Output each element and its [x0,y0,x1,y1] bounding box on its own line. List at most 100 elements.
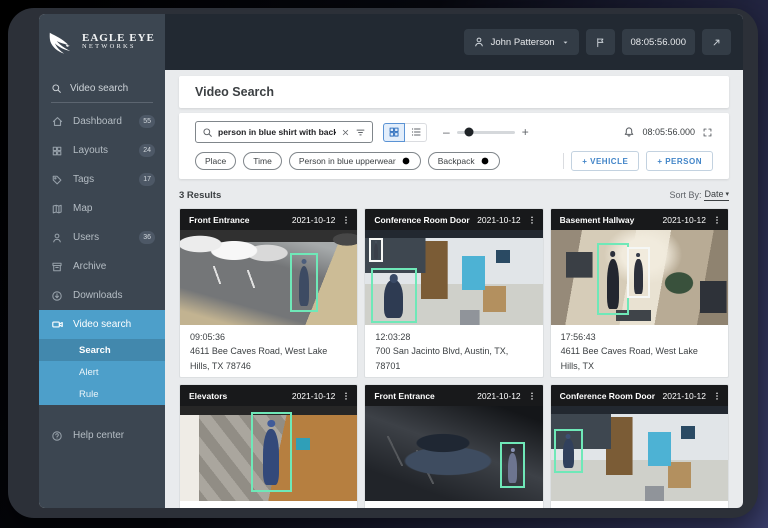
kebab-menu-icon[interactable] [709,214,725,226]
result-card[interactable]: Front Entrance 2021-10-12 09:05:36 4611 Bee… [179,208,359,379]
search-input[interactable]: person in blue shirt with backpack [195,121,373,143]
sidebar-item-tags[interactable]: Tags 17 [39,165,165,194]
result-card[interactable]: Conference Room Door 2021-10-12 11:48:3270… [549,384,729,508]
recording-date: 2021-10-12 [662,390,706,401]
filter-chip-label: Place [205,156,227,166]
detection-box [596,243,629,316]
remove-chip-icon[interactable] [401,156,411,166]
video-thumbnail[interactable] [550,406,728,502]
sidebar-divider [51,102,153,103]
count-badge: 36 [139,231,155,244]
clock-value: 08:05:56.000 [630,36,686,48]
detection-box [368,237,384,263]
result-card[interactable]: Basement Hallway 2021-10-12 17:56:43 4611 B… [549,208,729,379]
result-card-footer: 12:03:28 700 San Jacinto Blvd, Austin, TX… [365,325,542,377]
kebab-menu-icon[interactable] [524,214,540,226]
filter-chip-label: Time [253,156,272,166]
brand-wordmark: EAGLE EYE NETWORKS [82,32,155,51]
zoom-slider-handle[interactable] [464,127,474,137]
video-thumbnail[interactable] [180,406,358,502]
zoom-slider-track[interactable] [456,127,515,137]
filter-chip[interactable]: Place [195,152,237,170]
kebab-menu-icon[interactable] [338,390,354,402]
sort-control[interactable]: Sort By: Date ▾ [669,189,729,201]
map-icon [51,203,64,215]
tag-icon [51,174,64,186]
sidebar-item-help-center[interactable]: Help center [39,421,165,450]
sidebar-item-archive[interactable]: Archive [39,252,165,281]
clear-search-icon[interactable] [341,128,350,137]
sidebar-subitem-search[interactable]: Search [39,339,165,361]
camera-address: 4611 Bee Caves Road, West Lake Hills, TX [560,346,698,371]
sidebar-item-label: Map [73,203,93,214]
event-time: 11:48:32 [561,506,718,508]
result-card-footer: 11:48:32700 San Jacinto Blvd, Austin, TX… [551,501,728,508]
top-bar: EAGLE EYE NETWORKS John Patterson 08:05:… [39,14,743,70]
expand-button[interactable] [702,29,731,55]
chevron-down-icon [561,38,570,47]
sidebar-item-label: Tags [73,174,95,185]
sidebar-item-layouts[interactable]: Layouts 24 [39,136,165,165]
sidebar-item-map[interactable]: Map [39,194,165,223]
video-thumbnail[interactable] [365,230,543,325]
kebab-menu-icon[interactable] [338,214,354,226]
add-person-button[interactable]: + PERSON [646,151,713,171]
recording-date: 2021-10-12 [291,214,336,225]
brand-line2: NETWORKS [82,43,136,51]
sidebar-item-downloads[interactable]: Downloads [39,281,165,310]
list-view-button[interactable] [405,122,427,142]
search-icon [51,83,62,94]
remove-chip-icon[interactable] [480,156,490,166]
detection-box [370,268,417,324]
sidebar-subitem-rule[interactable]: Rule [39,383,165,405]
sidebar-item-users[interactable]: Users 36 [39,223,165,252]
search-icon [202,127,213,138]
bell-icon[interactable] [623,126,635,138]
recording-date: 2021-10-12 [662,214,706,225]
filter-chip[interactable]: Time [243,152,282,170]
camera-name: Front Entrance [189,214,250,225]
zoom-out-button[interactable]: – [443,126,450,138]
flag-button[interactable] [585,29,615,55]
home-icon [51,115,64,128]
divider [563,153,565,169]
sidebar-search[interactable]: Video search [39,70,165,102]
kebab-menu-icon[interactable] [709,390,725,402]
zoom-in-button[interactable]: + [522,126,529,138]
results-count: 3 Results [179,189,222,201]
kebab-menu-icon[interactable] [524,390,540,402]
search-controls-panel: person in blue shirt with backpack [179,113,729,179]
user-menu[interactable]: John Patterson [463,29,579,55]
fullscreen-icon[interactable] [702,127,713,138]
result-card[interactable]: Elevators 2021-10-12 10:05:364611 Bee Cave… [179,384,359,508]
search-query-text: person in blue shirt with backpack [218,127,336,137]
count-badge: 17 [139,173,155,186]
sidebar-item-label: Video search [73,319,132,330]
sidebar-item-dashboard[interactable]: Dashboard 55 [39,107,165,136]
filter-chip[interactable]: Person in blue upperwear [288,152,421,170]
sidebar-item-label: Layouts [73,145,109,156]
result-card[interactable]: Conference Room Door 2021-10-12 12:03:28 70… [364,208,544,379]
list-view-icon [410,126,422,138]
filter-chip[interactable]: Backpack [427,152,500,170]
count-badge: 55 [139,115,155,128]
result-card-footer: 09:05:36 4611 Bee Caves Road, West Lake H… [180,325,357,377]
add-vehicle-button[interactable]: + VEHICLE [571,151,640,171]
result-card[interactable]: Front Entrance 2021-10-12 18:03:284611 Bee… [364,384,544,508]
header-clock: 08:05:56.000 [642,127,695,137]
result-card-header: Front Entrance 2021-10-12 [180,209,358,230]
clock-display[interactable]: 08:05:56.000 [621,29,695,55]
person-figure [634,258,643,294]
person-figure [507,452,518,484]
eagle-logo-icon [47,29,77,55]
video-thumbnail[interactable] [550,230,728,325]
camera-name: Front Entrance [374,390,435,401]
grid-view-button[interactable] [383,122,405,142]
video-thumbnail[interactable] [365,406,543,502]
video-thumbnail[interactable] [180,230,358,325]
camera-icon [51,318,64,331]
sidebar-item-label: Dashboard [73,116,122,127]
sidebar-subitem-alert[interactable]: Alert [39,361,165,383]
filter-icon[interactable] [355,127,366,138]
sidebar-item-video-search[interactable]: Video search [39,310,165,339]
